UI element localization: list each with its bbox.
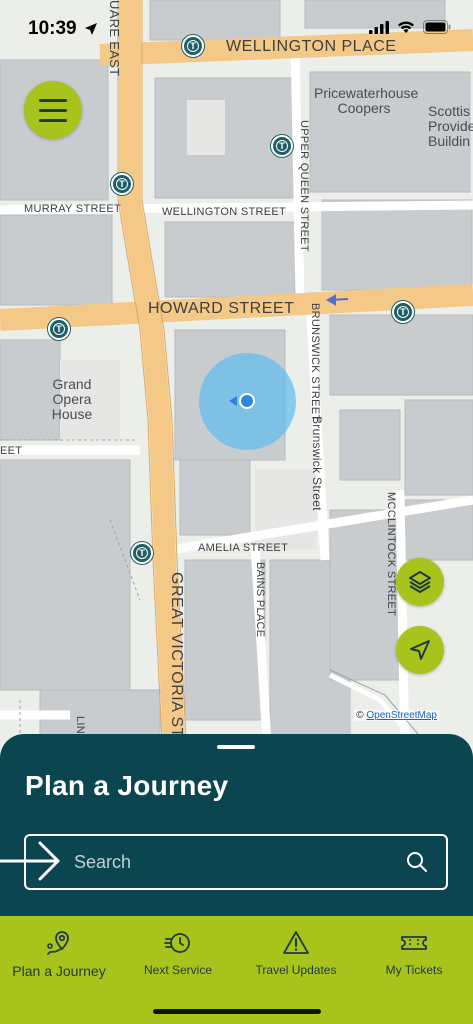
transit-stop-marker[interactable]: T: [392, 301, 414, 323]
openstreetmap-link[interactable]: OpenStreetMap: [366, 710, 437, 721]
navigation-arrow-icon: [410, 640, 430, 660]
search-field[interactable]: [24, 834, 448, 890]
street-label-howard-street: HOWARD STREET: [148, 300, 295, 317]
poi-scottish-provident-building: Scottis Provide Buildin: [428, 104, 473, 149]
transit-stop-marker[interactable]: T: [131, 542, 153, 564]
poi-label-line: Provide: [428, 118, 473, 134]
poi-label-line: Coopers: [337, 100, 391, 116]
arrow-right-icon: [0, 841, 60, 881]
status-icons: [369, 20, 451, 34]
copyright-symbol: ©: [356, 710, 364, 721]
transit-stop-icon: T: [397, 306, 409, 318]
cellular-signal-icon: [369, 20, 389, 34]
transit-stop-marker[interactable]: T: [111, 173, 133, 195]
hamburger-line: [39, 108, 67, 112]
street-label-wellington-street: WELLINGTON STREET: [162, 206, 287, 218]
poi-label-line: Grand: [52, 376, 92, 392]
layers-icon: [409, 571, 431, 593]
tab-label: My Tickets: [385, 963, 443, 977]
menu-button[interactable]: [24, 81, 82, 139]
plan-journey-sheet: Plan a Journey: [0, 734, 473, 924]
hamburger-line: [39, 118, 67, 122]
poi-grand-opera-house: Grand Opera House: [46, 377, 98, 422]
wifi-icon: [398, 21, 414, 33]
transit-stop-icon: T: [53, 323, 65, 335]
locate-me-button[interactable]: [396, 626, 444, 674]
street-label-bains-place: BAINS PLACE: [254, 562, 266, 638]
transit-stop-marker[interactable]: T: [48, 318, 70, 340]
transit-stop-icon: T: [136, 547, 148, 559]
transit-stop-marker[interactable]: T: [271, 135, 293, 157]
current-location-dot: [239, 393, 255, 409]
search-icon[interactable]: [406, 851, 428, 873]
tab-next-service[interactable]: Next Service: [128, 916, 228, 996]
street-label-amelia-street: AMELIA STREET: [198, 542, 289, 554]
poi-label-line: House: [51, 406, 93, 422]
street-label-brunswick-street: Brunswick Street: [310, 416, 324, 511]
search-input[interactable]: [74, 836, 394, 888]
sheet-drag-handle[interactable]: [217, 745, 255, 749]
transit-stop-icon: T: [116, 178, 128, 190]
battery-icon: [423, 20, 451, 34]
street-label-great-victoria-street: GREAT VICTORIA ST: [168, 572, 185, 738]
heading-arrow-icon: [229, 396, 237, 406]
tab-my-tickets[interactable]: My Tickets: [366, 916, 462, 996]
poi-label-line: Scottis: [428, 103, 471, 119]
street-label-eet: EET: [0, 445, 23, 457]
tab-label: Next Service: [143, 963, 213, 977]
transit-stop-icon: T: [276, 140, 288, 152]
tab-label: Travel Updates: [255, 963, 337, 977]
bottom-tab-bar: Plan a Journey Next Service Travel Updat…: [0, 916, 473, 1024]
poi-pricewaterhouse-coopers: Pricewaterhouse Coopers: [314, 85, 419, 116]
tab-travel-updates[interactable]: Travel Updates: [244, 916, 348, 996]
street-label-murray-street: MURRAY STREET: [24, 203, 122, 215]
poi-label-line: Buildin: [428, 133, 471, 149]
app-screen: WELLINGTON PLACE WELLINGTON STREET MURRA…: [0, 0, 473, 1024]
street-label-mcclintock-street: MCCLINTOCK STREET: [385, 492, 397, 617]
tab-label: Plan a Journey: [12, 963, 106, 979]
map-pin-route-icon: [45, 929, 73, 957]
home-indicator: [153, 1009, 321, 1014]
fast-clock-icon: [164, 929, 192, 957]
ticket-icon: [400, 929, 428, 957]
hamburger-line: [39, 98, 67, 102]
street-label-upper-queen-street: UPPER QUEEN STREET: [298, 120, 310, 252]
status-bar: 10:39: [0, 0, 473, 56]
street-label-brunswick-street-caps: BRUNSWICK STREET: [309, 303, 321, 422]
map-layers-button[interactable]: [396, 558, 444, 606]
poi-label-line: Opera: [52, 391, 92, 407]
warning-triangle-icon: [282, 929, 310, 957]
status-time: 10:39: [28, 18, 77, 39]
location-services-icon: [85, 23, 97, 35]
map-attribution: © OpenStreetMap: [354, 710, 439, 721]
sheet-title: Plan a Journey: [25, 770, 229, 801]
tab-plan-a-journey[interactable]: Plan a Journey: [8, 916, 110, 996]
poi-label-line: Pricewaterhouse: [314, 85, 419, 101]
